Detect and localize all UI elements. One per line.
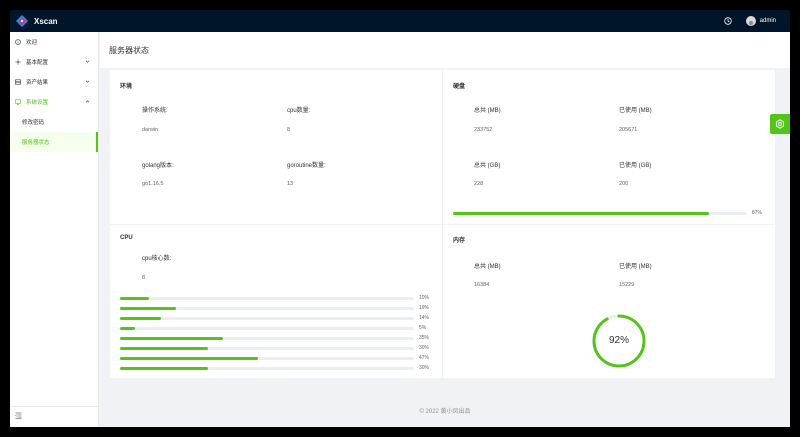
cpu-core-bar: [120, 317, 414, 320]
sidebar-item-label: 服务器状态: [22, 140, 50, 146]
os-value: darwin: [142, 127, 159, 133]
sidebar-item-label: 资产结果: [26, 80, 49, 86]
sidebar-item-label: 修改密码: [22, 120, 45, 126]
user-avatar-icon: [748, 21, 753, 26]
cpu-cores-value: 8: [142, 275, 146, 281]
disk-total-mb-label: 总共 (MB): [474, 108, 501, 114]
footer-text: © 2022 黄小凤出品: [419, 409, 471, 415]
cpu-core-bar-fill: [120, 297, 150, 300]
info-circle-icon: [15, 39, 21, 45]
sidebar-item-basic-config[interactable]: 基本配置: [10, 52, 98, 72]
disk-title: 硬盘: [453, 84, 466, 90]
goroutine-label: goroutine数量:: [287, 163, 326, 169]
disk-usage-fill: [453, 212, 709, 215]
cpu-core-bar: [120, 297, 414, 300]
chevron-down-icon: [85, 60, 90, 63]
memory-usage-percent: 92%: [608, 335, 629, 346]
memory-used-label: 已使用 (MB): [619, 264, 652, 270]
cpu-core-percent: 30%: [419, 345, 430, 351]
disk-usage-progress: [453, 212, 747, 215]
cpu-core-bar-fill: [120, 327, 135, 330]
cpu-core-percent: 47%: [419, 355, 430, 361]
page-title: 服务器状态: [109, 45, 149, 55]
cpu-core-percent: 30%: [419, 365, 430, 371]
sidebar-item-server-status[interactable]: 服务器状态: [10, 132, 98, 152]
memory-card: 内存 总共 (MB) 16384 已使用 (MB) 15229 92%: [443, 225, 775, 378]
app-window: Xscan admin 欢迎 基本配置 资产结果 系统设置 修改密码 服务器状态…: [10, 10, 790, 427]
cpu-title: CPU: [120, 235, 133, 241]
cpu-core-bar: [120, 307, 414, 310]
sidebar-item-label: 系统设置: [26, 100, 49, 106]
table-icon: [15, 79, 21, 85]
cpu-core-bar: [120, 367, 414, 370]
cpu-cores-label: cpu核心数:: [142, 256, 172, 262]
cpu-core-percent: 19%: [419, 305, 430, 311]
memory-title: 内存: [453, 238, 466, 244]
collapse-menu-icon[interactable]: [15, 412, 22, 419]
settings-icon: [15, 59, 21, 65]
sidebar-item-asset-results[interactable]: 资产结果: [10, 72, 98, 92]
goroutine-value: 13: [287, 181, 294, 187]
disk-used-mb-label: 已使用 (MB): [619, 108, 652, 114]
header-right: admin: [723, 10, 776, 32]
footer: © 2022 黄小凤出品: [100, 406, 790, 418]
cpu-core-bar: [120, 337, 414, 340]
cpu-core-bar: [120, 357, 414, 360]
sidebar-item-change-password[interactable]: 修改密码: [10, 112, 98, 132]
page-header: 服务器状态: [100, 32, 790, 68]
settings-float-button[interactable]: [770, 114, 790, 134]
sidebar-item-system-settings[interactable]: 系统设置: [10, 92, 98, 112]
cpu-core-percent: 35%: [419, 335, 430, 341]
disk-usage-percent: 87%: [752, 210, 763, 216]
memory-total-label: 总共 (MB): [474, 264, 501, 270]
cpu-card: CPU cpu核心数: 8 10% 19% 14% 5% 35% 30% 47% 30%: [110, 225, 442, 378]
gear-icon: [775, 119, 785, 129]
username[interactable]: admin: [760, 18, 776, 24]
sidebar-divider: [10, 406, 98, 407]
clock-icon[interactable]: [723, 17, 732, 25]
app-title: Xscan: [34, 16, 58, 26]
logo-icon: [16, 15, 28, 27]
memory-used-value: 15229: [619, 282, 635, 288]
disk-used-mb-value: 205671: [619, 127, 638, 133]
cpu-core-percent: 10%: [419, 295, 430, 301]
cpu-count-label: cpu数量:: [287, 108, 311, 114]
cpu-core-percent: 5%: [419, 325, 427, 331]
disk-total-gb-label: 总共 (GB): [474, 163, 501, 169]
disk-used-gb-value: 200: [619, 181, 629, 187]
avatar[interactable]: [745, 16, 756, 26]
cpu-core-bar-fill: [120, 307, 176, 310]
chevron-down-icon: [85, 80, 90, 83]
golang-version-value: go1.16.5: [142, 181, 164, 187]
disk-used-gb-label: 已使用 (GB): [619, 163, 652, 169]
cpu-core-percent: 14%: [419, 315, 430, 321]
cpu-core-bar-fill: [120, 357, 259, 360]
disk-total-gb-value: 228: [474, 181, 484, 187]
golang-version-label: golang版本:: [142, 163, 174, 169]
sidebar: 欢迎 基本配置 资产结果 系统设置 修改密码 服务器状态: [10, 32, 99, 427]
cpu-core-bar: [120, 327, 414, 330]
cpu-core-bar-fill: [120, 347, 209, 350]
env-card: 环境 操作系统: darwin cpu数量: 8 golang版本: go1.1…: [110, 70, 442, 224]
os-label: 操作系统:: [142, 108, 168, 114]
top-header: Xscan admin: [10, 10, 790, 32]
chevron-up-icon: [85, 100, 90, 103]
cpu-core-bar-fill: [120, 367, 209, 370]
system-icon: [15, 99, 21, 105]
cpu-core-bar: [120, 347, 414, 350]
cpu-core-bar-fill: [120, 337, 223, 340]
env-title: 环境: [120, 84, 133, 90]
cpu-core-bar-fill: [120, 317, 162, 320]
sidebar-item-label: 欢迎: [26, 40, 38, 46]
sidebar-item-label: 基本配置: [26, 60, 49, 66]
cpu-count-value: 8: [287, 127, 291, 133]
sidebar-item-welcome[interactable]: 欢迎: [10, 32, 98, 52]
logo[interactable]: Xscan: [16, 15, 58, 27]
disk-card: 硬盘 总共 (MB) 233752 已使用 (MB) 205671 总共 (GB…: [443, 70, 775, 224]
disk-total-mb-value: 233752: [474, 127, 493, 133]
memory-total-value: 16384: [474, 282, 490, 288]
